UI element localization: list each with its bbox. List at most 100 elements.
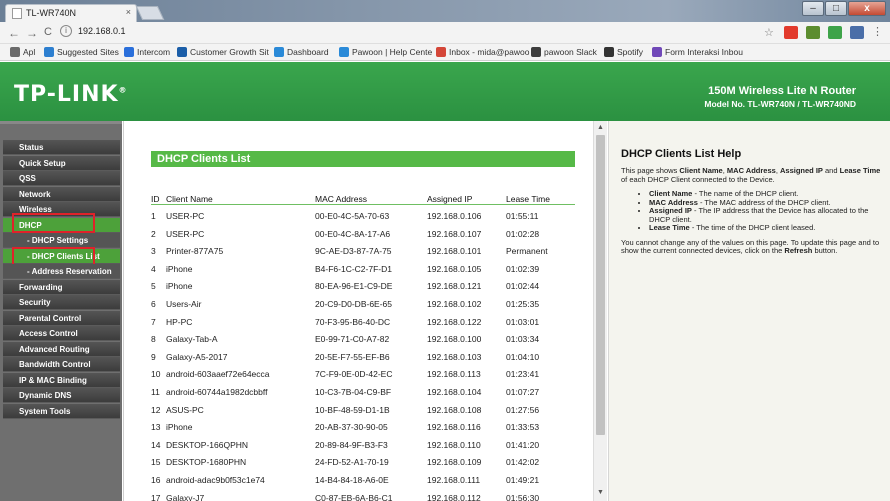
main-content: DHCP Clients List ID Client Name MAC Add… [123, 121, 593, 501]
sidebar-item-advanced-routing[interactable]: Advanced Routing [3, 341, 120, 357]
cell-name: android-60744a1982dcbbff [166, 387, 268, 397]
extension-icon[interactable] [828, 26, 842, 39]
bookmark-item[interactable]: Pawoon | Help Cente [339, 47, 432, 57]
sidebar-item-bandwidth-control[interactable]: Bandwidth Control [3, 357, 120, 372]
help-list-item: Assigned IP - The IP address that the De… [649, 206, 882, 224]
bookmark-item[interactable]: pawoon Slack [531, 47, 597, 57]
table-row: 8 Galaxy-Tab-A E0-99-71-C0-A7-82 192.168.0.… [124, 334, 594, 351]
maximize-button[interactable]: □ [825, 1, 847, 16]
cell-id: 2 [151, 228, 156, 239]
cell-name: iPhone [166, 263, 193, 274]
table-row: 15 DESKTOP-1680PHN 24-FD-52-A1-70-19 192.16… [124, 457, 594, 474]
bookmark-item[interactable]: Inbox - mida@pawoo [436, 47, 529, 57]
table-row: 9 Galaxy-A5-2017 20-5E-F7-55-EF-B6 192.168.… [124, 352, 594, 369]
sidebar-item-address-reservation[interactable]: - Address Reservation [3, 264, 120, 279]
browser-titlebar: TL-WR740N × – □ x [0, 0, 890, 22]
scroll-up-icon[interactable]: ▲ [597, 124, 604, 131]
close-window-button[interactable]: x [848, 1, 886, 16]
cell-mac: 20-89-84-9F-B3-F3 [315, 439, 388, 450]
cell-ip: 192.168.0.101 [427, 246, 482, 257]
bookmarks-bar: Apl Suggested Sites Intercom Customer Growt… [0, 44, 890, 61]
cell-ip: 192.168.0.104 [427, 387, 482, 397]
minimize-button[interactable]: – [802, 1, 824, 16]
content-scrollbar[interactable]: ▲ ▼ [593, 121, 607, 501]
bookmark-item[interactable]: Customer Growth Sit [177, 47, 269, 57]
table-row: 16 android-adac9b0f53c1e74 14-B4-84-18-A6-… [124, 475, 594, 492]
reload-icon[interactable]: C [44, 26, 52, 38]
cell-ip: 192.168.0.105 [427, 263, 482, 274]
bookmark-item[interactable]: Suggested Sites [44, 47, 119, 57]
new-tab-button[interactable] [135, 6, 165, 20]
extension-icon[interactable] [784, 26, 798, 39]
cell-mac: 9C-AE-D3-87-7A-75 [315, 246, 392, 257]
tp-link-logo: TP-LINK® [14, 82, 128, 107]
cell-name: Printer-877A75 [166, 246, 224, 257]
sidebar-item-network[interactable]: Network [3, 186, 120, 202]
help-panel: DHCP Clients List Help This page shows C… [608, 121, 890, 501]
cell-lease: 01:03:34 [506, 334, 540, 345]
bookmark-item[interactable]: Apl [10, 47, 35, 57]
sidebar-item-ip-mac-binding[interactable]: IP & MAC Binding [3, 372, 120, 388]
cell-id: 6 [151, 299, 156, 309]
table-row: 4 iPhone B4-F6-1C-C2-7F-D1 192.168.0.105 01:… [124, 264, 594, 281]
column-header-lease: Lease Time [506, 194, 550, 204]
sidebar-item-security[interactable]: Security [3, 295, 120, 310]
address-bar: ← → C i 192.168.0.1 ☆ ⋮ [0, 22, 890, 44]
tab-close-icon[interactable]: × [126, 7, 131, 17]
forward-arrow-icon[interactable]: → [26, 26, 38, 40]
cell-lease: 01:25:35 [506, 299, 540, 309]
sidebar-item-status[interactable]: Status [3, 140, 120, 155]
url-input[interactable]: i 192.168.0.1 [60, 25, 756, 40]
cell-name: iPhone [166, 422, 193, 433]
cell-lease: 01:27:56 [506, 404, 540, 415]
bookmark-label: Spotify [617, 47, 643, 57]
cell-mac: 14-B4-84-18-A6-0E [315, 475, 389, 485]
banner-title: 150M Wireless Lite N Router [708, 85, 856, 97]
page-favicon-icon [12, 8, 22, 19]
cell-mac: 00-E0-4C-8A-17-A6 [315, 228, 391, 239]
cell-mac: 20-C9-D0-DB-6E-65 [315, 299, 392, 309]
cell-name: Galaxy-A5-2017 [166, 351, 228, 362]
cell-ip: 192.168.0.113 [427, 369, 481, 380]
cell-id: 13 [151, 422, 161, 433]
cell-id: 7 [151, 316, 156, 327]
cell-id: 12 [151, 404, 161, 415]
browser-tab[interactable]: TL-WR740N × [5, 4, 137, 22]
scroll-down-icon[interactable]: ▼ [597, 489, 604, 496]
sidebar-item-forwarding[interactable]: Forwarding [3, 279, 120, 295]
cell-lease: 01:55:11 [506, 211, 539, 221]
help-title: DHCP Clients List Help [621, 148, 742, 160]
sidebar-item-system-tools[interactable]: System Tools [3, 403, 120, 419]
tab-title: TL-WR740N [26, 8, 77, 18]
extension-icon[interactable] [850, 26, 864, 39]
info-icon[interactable]: i [60, 25, 72, 37]
extension-icon[interactable] [806, 26, 820, 39]
cell-mac: 24-FD-52-A1-70-19 [315, 457, 389, 468]
url-text: 192.168.0.1 [78, 26, 126, 36]
bookmark-label: Suggested Sites [57, 47, 119, 57]
back-arrow-icon[interactable]: ← [8, 26, 20, 40]
cell-lease: 01:07:27 [506, 387, 540, 397]
cell-id: 8 [151, 334, 156, 345]
sidebar-item-qss[interactable]: QSS [3, 171, 120, 186]
cell-name: USER-PC [166, 211, 205, 221]
bookmark-item[interactable]: Form Interaksi Inbou [652, 47, 743, 57]
help-term: Assigned IP [779, 166, 823, 175]
bookmark-star-icon[interactable]: ☆ [764, 26, 774, 39]
cell-lease: 01:42:02 [506, 457, 540, 468]
cell-name: android-adac9b0f53c1e74 [166, 475, 265, 485]
bookmark-item[interactable]: Spotify [604, 47, 643, 57]
sidebar-item-parental-control[interactable]: Parental Control [3, 310, 120, 326]
menu-kebab-icon[interactable]: ⋮ [872, 25, 883, 38]
table-row: 13 iPhone 20-AB-37-30-90-05 192.168.0.116 01… [124, 422, 594, 439]
bookmark-item[interactable]: Dashboard [274, 47, 329, 57]
scroll-thumb[interactable] [596, 135, 605, 435]
cell-id: 17 [151, 492, 161, 501]
cell-lease: 01:03:01 [506, 316, 540, 327]
cell-name: iPhone [166, 281, 193, 292]
sidebar-item-access-control[interactable]: Access Control [3, 326, 120, 341]
bookmark-label: pawoon Slack [544, 47, 597, 57]
sidebar-item-dynamic-dns[interactable]: Dynamic DNS [3, 388, 120, 403]
bookmark-item[interactable]: Intercom [124, 47, 170, 57]
sidebar-item-quick-setup[interactable]: Quick Setup [3, 155, 120, 171]
